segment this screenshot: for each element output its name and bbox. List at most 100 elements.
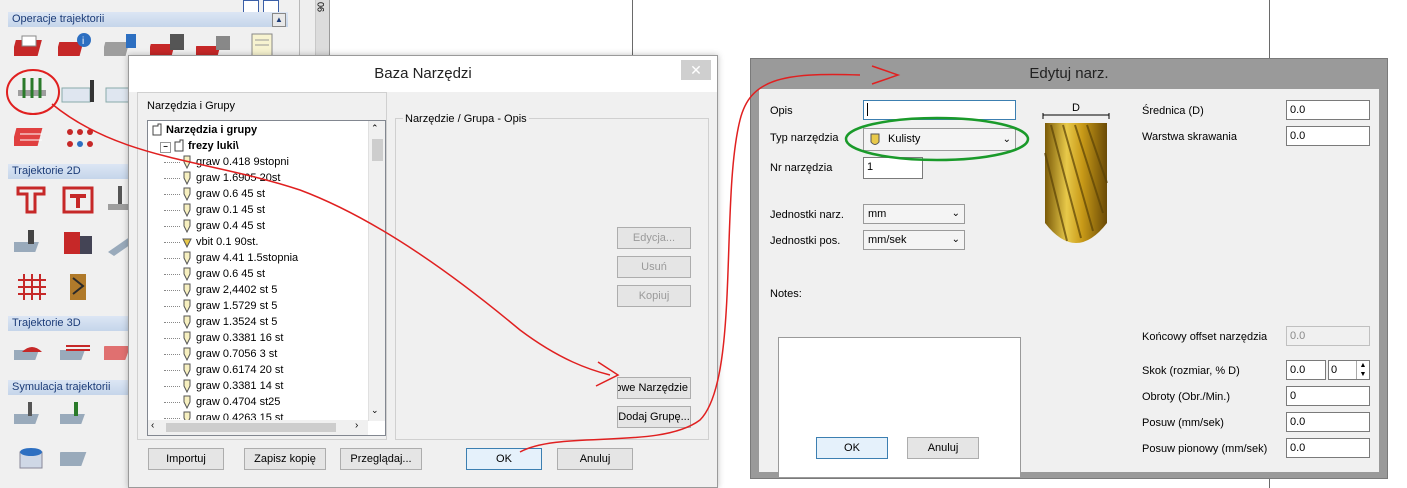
scroll-up-icon[interactable]: ⌃ [371,123,379,134]
tree-item[interactable]: graw 2,4402 st 5 [164,282,277,298]
stepover-input[interactable]: 0.0 [1286,360,1326,380]
scroll-right-icon[interactable]: › [355,420,358,431]
ok-button[interactable]: OK [466,448,542,470]
texture-grid-icon[interactable] [14,272,50,302]
tree-item[interactable]: graw 0.6174 20 st [164,362,283,378]
tool-database-icon[interactable] [14,76,50,106]
new-tool-label: Nowe Narzędzie [618,382,688,394]
diameter-input[interactable]: 0.0 [1286,100,1370,120]
notes-label: Notes: [770,288,802,300]
feed-units-select[interactable]: mm/sek ⌄ [863,230,965,250]
tree-item[interactable]: graw 0.418 9stopni [164,154,289,170]
engraving-tool-icon [183,219,191,234]
scroll-left-icon[interactable]: ‹ [151,420,154,431]
feed-label: Posuw (mm/sek) [1142,417,1224,429]
rpm-input[interactable]: 0 [1286,386,1370,406]
new-tool-button[interactable]: Nowe Narzędzie [617,377,691,399]
tree-item[interactable]: vbit 0.1 90st. [164,234,258,250]
svg-text:i: i [82,36,84,47]
collapse-icon[interactable]: − [160,142,171,153]
tool-type-select[interactable]: Kulisty ⌄ [863,128,1016,151]
reset-preview-icon[interactable] [14,442,50,472]
cut-layer-input[interactable]: 0.0 [1286,126,1370,146]
material-setup-icon[interactable] [60,78,96,108]
copy-button[interactable]: Kopiuj [617,285,691,307]
dialog-title: Edytuj narz. [1029,65,1109,82]
end-offset-input[interactable]: 0.0 [1286,326,1370,346]
collapse-icon[interactable]: ▲ [272,13,286,27]
pocket-toolpath-icon[interactable] [60,184,96,214]
tree-item[interactable]: graw 0.6 45 st [164,266,265,282]
templates-icon[interactable] [14,122,50,152]
spin-arrows-icon[interactable]: ▲ ▼ [1356,361,1369,379]
tree-item[interactable]: graw 0.6 45 st [164,186,265,202]
tree-item[interactable]: graw 0.7056 3 st [164,346,277,362]
tree-item[interactable]: graw 1.5729 st 5 [164,298,277,314]
add-group-button[interactable]: Dodaj Grupę... [617,406,691,428]
diameter-label: Średnica (D) [1142,105,1204,117]
tree-item[interactable]: graw 0.3381 16 st [164,330,284,346]
scroll-thumb[interactable] [372,139,383,161]
tree-item-label: graw 0.4 45 st [196,220,266,232]
tree-folder[interactable]: − frezy luki\ [160,138,239,154]
notes-textarea[interactable] [778,337,1021,478]
description-input[interactable] [863,100,1016,120]
simulate-all-icon[interactable] [14,400,50,430]
engraving-tool-icon [183,187,191,202]
ok-button[interactable]: OK [816,437,888,459]
ball-nose-icon [870,133,880,145]
plunge-input[interactable]: 0.0 [1286,438,1370,458]
stepover-percent-stepper[interactable]: 0 ▲ ▼ [1328,360,1370,380]
finishing-3d-icon[interactable] [60,336,96,366]
engraving-tool-icon [183,395,191,410]
tool-number-input[interactable]: 1 [863,157,923,179]
tree-horizontal-scrollbar[interactable]: ‹ › [148,420,368,435]
tree-item[interactable]: graw 4.41 1.5stopnia [164,250,298,266]
tool-units-select[interactable]: mm ⌄ [863,204,965,224]
tree-connector [164,322,180,323]
preview-settings-icon[interactable] [60,442,96,472]
simulate-toolpath-icon[interactable] [60,400,96,430]
tree-connector [164,274,180,275]
feed-input[interactable]: 0.0 [1286,412,1370,432]
drill-toolpath-icon[interactable] [14,32,50,62]
tree-vertical-scrollbar[interactable]: ⌃ ⌄ [368,121,385,421]
tree-item-label: graw 0.3381 16 st [196,332,284,344]
delete-button[interactable]: Usuń [617,256,691,278]
tree-item[interactable]: graw 0.4704 st25 [164,394,280,410]
merge-toolpaths-icon[interactable] [62,124,98,154]
tool-units-value: mm [868,208,887,220]
tool-tree[interactable]: Narzędzia i grupy − frezy luki\ graw 0.41… [147,120,386,436]
section-label: Trajektorie 2D [12,165,81,177]
rpm-label: Obroty (Obr./Min.) [1142,391,1231,403]
profile-toolpath-icon[interactable] [14,184,50,214]
roughing-3d-icon[interactable] [14,336,50,366]
cancel-button[interactable]: Anuluj [557,448,633,470]
tree-item[interactable]: graw 1.6905 20st [164,170,280,186]
vcarve-toolpath-icon[interactable] [14,228,50,258]
tree-item[interactable]: graw 0.1 45 st [164,202,265,218]
cut-layer-label: Warstwa skrawania [1142,131,1237,143]
browse-button[interactable]: Przeglądaj... [340,448,422,470]
chain-pattern-icon[interactable] [60,272,96,302]
engraving-tool-icon [183,267,191,282]
engraving-tool-icon [183,363,191,378]
cancel-button[interactable]: Anuluj [907,437,979,459]
import-button[interactable]: Importuj [148,448,224,470]
close-button[interactable]: ✕ [681,60,711,80]
tree-root[interactable]: Narzędzia i grupy [152,122,257,138]
inlay-toolpath-icon[interactable] [60,228,96,258]
tree-item[interactable]: graw 0.3381 14 st [164,378,283,394]
tool-type-value: Kulisty [888,133,921,145]
hscroll-thumb[interactable] [166,423,336,432]
save-copy-button[interactable]: Zapisz kopię [244,448,326,470]
toolpath-info-icon[interactable]: i [58,32,94,62]
tool-type-label: Typ narzędzia [770,132,839,144]
description-label: Opis [770,105,793,117]
section-toolpath-operations[interactable]: Operacje trajektorii ▲ [8,12,288,27]
tree-item[interactable]: graw 1.3524 st 5 [164,314,277,330]
tools-group-icon [152,123,162,136]
tree-item[interactable]: graw 0.4 45 st [164,218,266,234]
edit-button[interactable]: Edycja... [617,227,691,249]
scroll-down-icon[interactable]: ⌄ [371,405,379,416]
